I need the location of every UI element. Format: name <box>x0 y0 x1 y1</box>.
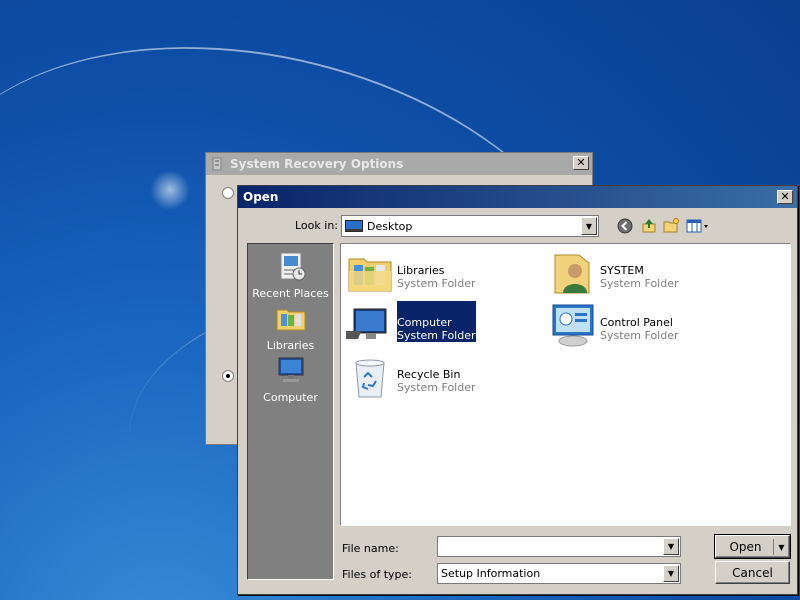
file-name: Computer <box>397 316 452 329</box>
file-item-libraries[interactable]: Libraries System Folder <box>346 249 476 297</box>
cancel-button[interactable]: Cancel <box>715 561 790 584</box>
open-close-button[interactable]: ✕ <box>777 190 793 204</box>
new-folder-icon[interactable] <box>661 217 681 235</box>
recycle-bin-icon <box>355 359 385 398</box>
open-dialog: Open ✕ Look in: Desktop ▼ Recent Places … <box>237 185 798 595</box>
file-type: System Folder <box>397 381 476 394</box>
place-label: Libraries <box>266 339 315 352</box>
desktop-icon <box>345 220 363 232</box>
open-button-label: Open <box>729 539 762 554</box>
place-label: Recent Places <box>252 287 329 300</box>
file-type: System Folder <box>600 277 679 290</box>
file-name: Recycle Bin <box>397 368 461 381</box>
file-item-computer[interactable]: Computer System Folder <box>346 301 476 349</box>
up-folder-icon[interactable] <box>639 217 659 235</box>
file-name: SYSTEM <box>600 264 644 277</box>
back-icon[interactable] <box>615 217 635 235</box>
view-menu-icon[interactable] <box>685 217 711 235</box>
sro-close-button[interactable]: ✕ <box>573 156 589 170</box>
open-button-dropdown-arrow[interactable]: ▼ <box>773 539 789 555</box>
files-of-type-dropdown-arrow[interactable]: ▼ <box>663 565 679 582</box>
look-in-label: Look in: <box>295 219 338 232</box>
cancel-button-label: Cancel <box>732 565 773 580</box>
libraries-icon <box>276 309 305 331</box>
file-type: System Folder <box>397 329 476 342</box>
wallpaper-glow <box>150 170 190 210</box>
file-name-dropdown-arrow[interactable]: ▼ <box>663 538 679 555</box>
place-computer[interactable]: Computer <box>248 354 333 404</box>
file-item-control-panel[interactable]: Control Panel System Folder <box>549 301 679 349</box>
file-name: Libraries <box>397 264 445 277</box>
file-item-recycle-bin[interactable]: Recycle Bin System Folder <box>346 353 476 401</box>
file-item-system[interactable]: SYSTEM System Folder <box>549 249 679 297</box>
recent-places-icon <box>280 252 305 281</box>
computer-icon <box>346 308 387 339</box>
look-in-dropdown-arrow[interactable]: ▼ <box>581 217 597 235</box>
places-bar: Recent Places Libraries Computer <box>247 243 334 580</box>
libraries-folder-icon <box>348 258 392 292</box>
files-of-type-label: Files of type: <box>342 568 413 581</box>
place-recent-places[interactable]: Recent Places <box>248 250 333 300</box>
control-panel-icon <box>552 304 594 347</box>
open-title: Open <box>243 190 279 204</box>
sro-title: System Recovery Options <box>230 157 404 171</box>
file-name: Control Panel <box>600 316 673 329</box>
file-type: System Folder <box>600 329 679 342</box>
files-of-type-combo[interactable]: Setup Information ▼ <box>437 563 681 584</box>
sro-radio-option-1[interactable] <box>222 187 234 199</box>
look-in-value: Desktop <box>367 219 413 233</box>
file-name-label: File name: <box>342 542 399 555</box>
look-in-combo[interactable]: Desktop ▼ <box>341 215 599 237</box>
file-type: System Folder <box>397 277 476 290</box>
files-of-type-value: Setup Information <box>441 567 541 580</box>
sro-titlebar[interactable]: System Recovery Options <box>206 153 592 175</box>
place-libraries[interactable]: Libraries <box>248 302 333 352</box>
open-titlebar[interactable]: Open <box>238 186 797 208</box>
computer-icon <box>278 357 303 382</box>
user-folder-icon <box>554 254 590 294</box>
system-recovery-icon <box>212 157 222 171</box>
place-label: Computer <box>263 391 318 404</box>
file-list[interactable]: Libraries System Folder SYSTEM System Fo… <box>340 243 791 526</box>
sro-radio-option-2[interactable] <box>222 370 234 382</box>
file-name-field[interactable]: ▼ <box>437 536 681 557</box>
